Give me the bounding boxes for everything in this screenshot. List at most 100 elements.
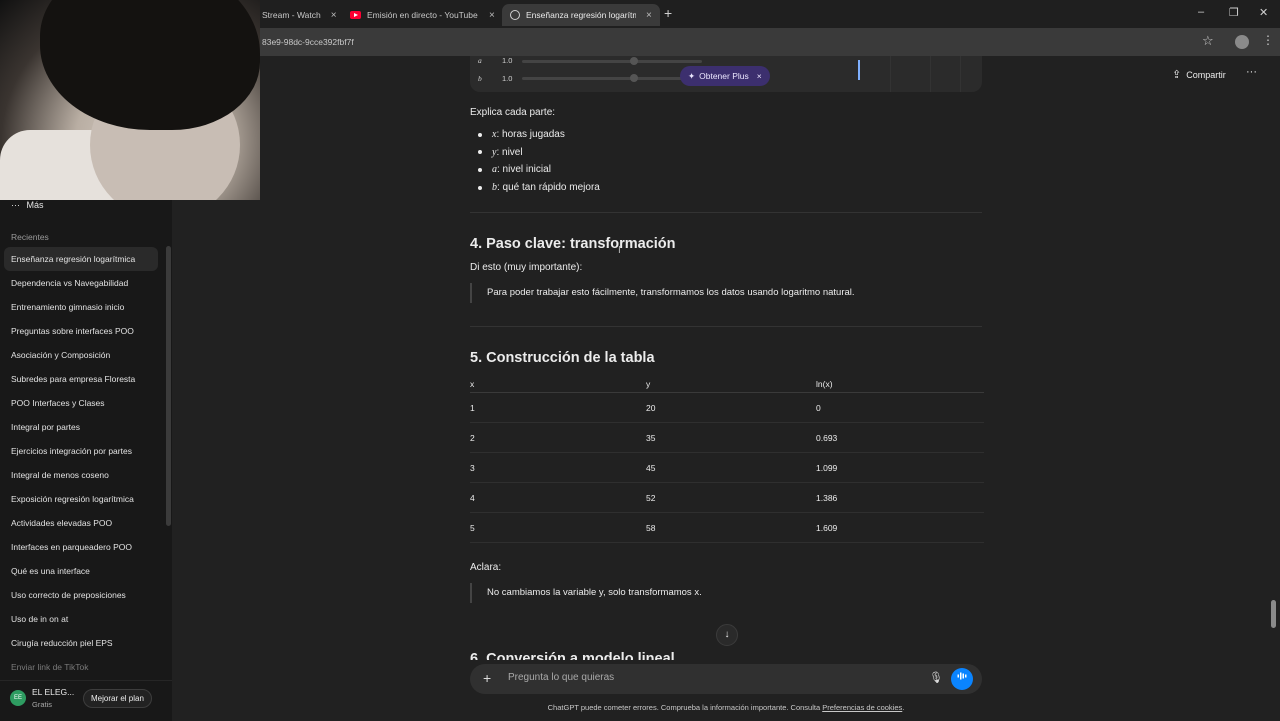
table-cell: 52 [646,482,816,513]
chat-item[interactable]: Qué es una interface [4,559,158,583]
close-icon[interactable]: ✕ [1259,6,1268,19]
maximize-icon[interactable]: ❐ [1229,6,1239,19]
table-header: y [646,376,816,393]
close-icon[interactable]: × [757,71,762,81]
text-cursor-icon: I [618,245,621,256]
more-button[interactable]: ··· Más [11,200,44,210]
new-tab-button[interactable]: + [664,5,672,21]
table-cell: 4 [470,482,646,513]
prompt-input[interactable] [506,671,890,684]
tab-label: Enseñanza regresión logarítmi [526,10,636,20]
table-cell: 5 [470,512,646,543]
tab-chatgpt[interactable]: Enseñanza regresión logarítmi × [502,4,660,26]
attach-plus-icon[interactable]: + [483,670,491,686]
chat-item[interactable]: POO Interfaces y Clases [4,391,158,415]
chat-item[interactable]: Actividades elevadas POO [4,511,158,535]
chat-item[interactable]: Integral por partes [4,415,158,439]
list-item: y: nivel [478,144,600,162]
user-account-row[interactable]: EE EL ELEG... Gratis Mejorar el plan [0,680,172,721]
slider-knob[interactable] [630,74,638,82]
share-button[interactable]: ⇪ Compartir [1172,68,1226,81]
sparkle-icon: ✦ [688,70,696,81]
chat-item[interactable]: Uso de in on at [4,607,158,631]
plot-curve [858,60,860,80]
table-row: 5 58 1.609 [470,512,984,543]
chat-item[interactable]: Preguntas sobre interfaces POO [4,319,158,343]
chat-item[interactable]: Cirugía reducción piel EPS [4,631,158,655]
table-cell: 1.609 [816,512,984,543]
get-plus-label: Obtener Plus [699,71,749,81]
section-5-heading: 5. Construcción de la tabla [470,350,655,366]
chat-item[interactable]: Exposición regresión logarítmica [4,487,158,511]
main-scrollbar[interactable] [1271,600,1276,628]
voice-mode-icon[interactable] [951,668,973,690]
tab-youtube[interactable]: Emisión en directo - YouTube S × [350,4,495,26]
chat-item[interactable]: Enviar link de TikTok [4,655,158,679]
table-cell: 3 [470,452,646,483]
table-cell: 45 [646,452,816,483]
youtube-icon [350,11,361,19]
plot-gridline [960,56,961,92]
variable-description: : nivel [496,146,523,158]
microphone-icon[interactable]: 🎙 [929,671,943,684]
webcam-hair [40,0,260,130]
section-4-intro: Di esto (muy importante): [470,262,583,273]
scroll-down-button[interactable]: ↓ [716,624,738,646]
chat-item[interactable]: Ejercicios integración por partes [4,439,158,463]
table-header: x [470,376,646,393]
divider [470,212,982,213]
table-cell: 2 [470,422,646,453]
plot-gridline [890,56,891,92]
tab-close-icon[interactable]: × [646,10,652,21]
table-row: 1 20 0 [470,392,984,423]
chat-item[interactable]: Interfaces en parqueadero POO [4,535,158,559]
bullet-icon [478,185,482,190]
data-table: x y ln(x) 1 20 0 2 35 0.693 3 45 1.099 4 52 1.38… [470,376,984,543]
waveform-icon [957,672,967,680]
webcam-overlay [0,0,260,200]
param-label: a [478,56,482,65]
sidebar-scrollbar[interactable] [166,246,171,526]
chat-item[interactable]: Entrenamiento gimnasio inicio [4,295,158,319]
chat-item[interactable]: Asociación y Composición [4,343,158,367]
parts-list: x: horas jugadas y: nivel a: nivel inici… [478,126,600,196]
table-cell: 35 [646,422,816,453]
profile-avatar[interactable] [1235,35,1249,49]
param-b-slider[interactable] [522,74,702,82]
browser-menu-icon[interactable]: ⋮ [1262,33,1274,47]
tab-label: Emisión en directo - YouTube S [367,10,479,20]
disclaimer-end: . [902,703,905,712]
minimize-icon[interactable]: – [1198,6,1204,18]
table-cell: 1.386 [816,482,984,513]
chat-item[interactable]: Enseñanza regresión logarítmica [4,247,158,271]
param-a-slider[interactable] [522,57,702,65]
cookie-preferences-link[interactable]: Preferencias de cookies [822,703,902,712]
clarify-quote: No cambiamos la variable y, solo transfo… [470,583,984,603]
bookmark-star-icon[interactable]: ☆ [1202,33,1214,49]
chat-list: Enseñanza regresión logarítmica Dependen… [4,247,158,679]
chat-item[interactable]: Uso correcto de preposiciones [4,583,158,607]
table-cell: 1.099 [816,452,984,483]
param-value: 1.0 [502,74,513,83]
table-cell: 1 [470,392,646,423]
explain-intro: Explica cada parte: [470,107,556,118]
tab-stream[interactable]: Stream - Watch × [262,4,337,26]
tab-close-icon[interactable]: × [331,10,337,21]
chat-item[interactable]: Integral de menos coseno [4,463,158,487]
section-4-heading: 4. Paso clave: transformación [470,236,676,252]
user-name: EL ELEG... [32,687,75,697]
slider-knob[interactable] [630,57,638,65]
bullet-icon [478,167,482,172]
chat-item[interactable]: Dependencia vs Navegabilidad [4,271,158,295]
table-row: 2 35 0.693 [470,422,984,453]
table-cell: 0 [816,392,984,423]
get-plus-button[interactable]: ✦ Obtener Plus × [680,66,770,86]
list-item: a: nivel inicial [478,161,600,179]
url-field[interactable]: 83e9-98dc-9cce392fbf7f [262,37,354,47]
disclaimer: ChatGPT puede cometer errores. Comprueba… [0,703,1280,712]
chat-item[interactable]: Subredes para empresa Floresta [4,367,158,391]
tab-close-icon[interactable]: × [489,10,495,21]
quote-text: Para poder trabajar esto fácilmente, tra… [487,287,855,298]
conversation-options-icon[interactable]: ··· [1246,66,1257,78]
share-icon: ⇪ [1172,69,1182,81]
